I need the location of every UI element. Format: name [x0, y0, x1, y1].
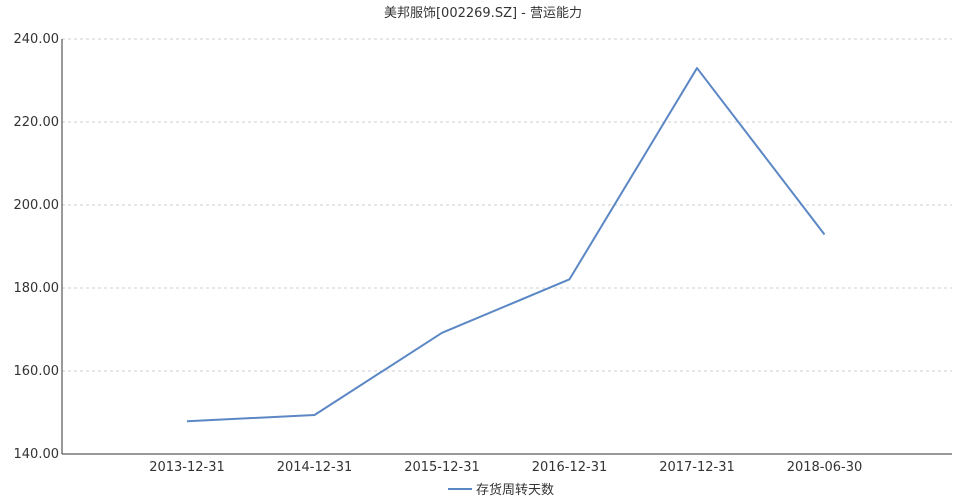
chart-container: 美邦服饰[002269.SZ] - 营运能力 140.00 160.00 180.0… — [0, 0, 967, 499]
y-tick-label-5: 240.00 — [14, 32, 60, 47]
x-tick-label-0: 2013-12-31 — [149, 460, 225, 475]
y-tick-label-2: 180.00 — [14, 281, 60, 296]
x-tick-label-1: 2014-12-31 — [277, 460, 353, 475]
y-tick-label-3: 200.00 — [14, 198, 60, 213]
data-point-0-4[interactable] — [695, 66, 699, 70]
legend[interactable]: 存货周转天数 — [448, 482, 554, 498]
line-chart: 美邦服饰[002269.SZ] - 营运能力 140.00 160.00 180.0… — [14, 6, 952, 498]
y-axis: 140.00 160.00 180.00 200.00 220.00 240.00 — [14, 32, 63, 462]
x-tick-label-2: 2015-12-31 — [404, 460, 480, 475]
legend-label-series-0: 存货周转天数 — [476, 482, 554, 498]
y-tick-label-1: 160.00 — [14, 364, 60, 379]
x-tick-label-4: 2017-12-31 — [659, 460, 735, 475]
series-line-0 — [186, 67, 826, 423]
series-group — [185, 66, 827, 423]
data-point-0-3[interactable] — [568, 277, 572, 281]
y-tick-label-4: 220.00 — [14, 115, 60, 130]
data-point-0-0[interactable] — [185, 419, 189, 423]
data-point-0-5[interactable] — [823, 232, 827, 236]
x-tick-label-5: 2018-06-30 — [787, 460, 863, 475]
data-point-0-2[interactable] — [440, 331, 444, 335]
data-point-0-1[interactable] — [313, 413, 317, 417]
grid-lines — [62, 38, 952, 372]
y-tick-label-0: 140.00 — [14, 447, 60, 462]
x-axis: 2013-12-31 2014-12-31 2015-12-31 2016-12-31… — [62, 453, 952, 475]
chart-title: 美邦服饰[002269.SZ] - 营运能力 — [384, 6, 582, 21]
x-tick-label-3: 2016-12-31 — [532, 460, 608, 475]
